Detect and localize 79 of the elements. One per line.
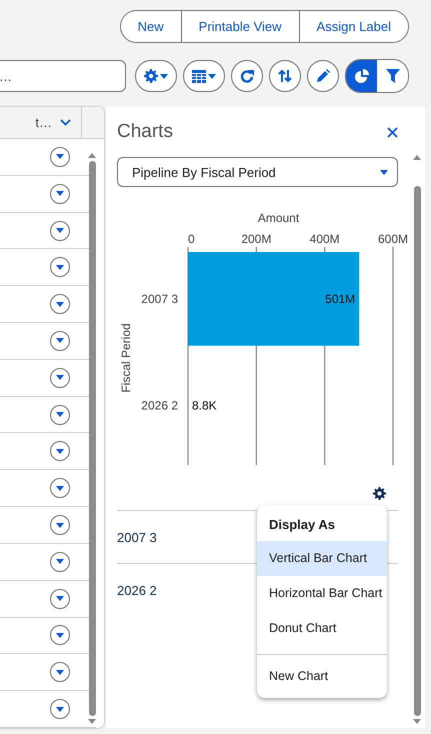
gear-menu-button[interactable] (135, 60, 177, 92)
caret-icon (56, 706, 64, 712)
row-menu-button[interactable] (50, 146, 70, 167)
chart-select[interactable]: Pipeline By Fiscal Period (117, 157, 398, 187)
caret-icon (56, 412, 64, 418)
caret-icon (56, 338, 64, 344)
row-menu-button[interactable] (50, 552, 70, 572)
caret-icon (56, 522, 64, 528)
menu-item[interactable]: Vertical Bar Chart (257, 541, 387, 576)
row-menu-button[interactable] (50, 441, 70, 462)
chart-view-button[interactable] (346, 60, 377, 92)
settings-icon (373, 487, 386, 500)
caret-icon (56, 596, 64, 602)
scrollbar-thumb[interactable] (88, 161, 96, 716)
scroll-up-icon[interactable] (413, 155, 421, 160)
table-menu-button[interactable] (183, 60, 225, 92)
menu-heading: Display As (268, 516, 336, 534)
pie-chart-icon (354, 69, 368, 83)
search-field[interactable]: … (0, 60, 126, 92)
caret-icon (208, 74, 216, 78)
filter-icon (386, 69, 400, 83)
caret-icon (56, 154, 64, 160)
menu-item[interactable]: New Chart (257, 659, 387, 694)
row-menu-button[interactable] (50, 699, 70, 720)
caret-icon (56, 670, 64, 675)
value-label: 8.8K (192, 398, 217, 412)
row-menu-button[interactable] (50, 588, 70, 609)
row-label: 2026 2 (117, 582, 157, 598)
category-label: 2026 2 (141, 398, 178, 412)
category-label: 2007 3 (141, 292, 178, 306)
tick-label: 0 (188, 232, 195, 246)
row-menu-button[interactable] (50, 184, 70, 204)
sort-icon (278, 69, 292, 83)
caret-icon (56, 191, 64, 196)
column-header[interactable]: t… (35, 114, 52, 130)
settings-icon (144, 69, 158, 83)
row-menu-button[interactable] (50, 368, 70, 388)
caret-icon (56, 228, 64, 233)
caret-icon (56, 486, 64, 491)
row-menu-button[interactable] (50, 220, 70, 240)
scroll-down-icon[interactable] (88, 719, 96, 724)
caret-icon (380, 170, 388, 174)
panel-title: Charts (117, 121, 173, 143)
tick-label: 200M (241, 232, 272, 246)
tick-label: 600M (378, 232, 408, 246)
row-menu-button[interactable] (50, 625, 70, 646)
row-menu-button[interactable] (50, 478, 70, 498)
scroll-up-icon[interactable] (88, 153, 96, 158)
caret-icon (56, 559, 64, 564)
edit-button[interactable] (307, 60, 339, 92)
refresh-button[interactable] (231, 60, 263, 92)
row-menu-button[interactable] (50, 404, 70, 425)
table-icon (192, 70, 206, 82)
row-menu-button[interactable] (50, 257, 70, 278)
refresh-icon (240, 69, 254, 83)
action-button[interactable]: Assign Label (298, 11, 408, 42)
chevron-down-icon[interactable] (60, 118, 71, 126)
row-menu-button[interactable] (50, 294, 70, 314)
menu-item[interactable]: Horizontal Bar Chart (257, 576, 387, 611)
axis-title: Amount (258, 211, 300, 225)
scroll-down-icon[interactable] (413, 719, 421, 724)
axis-title: Fiscal Period (119, 323, 133, 393)
caret-icon (56, 448, 64, 454)
scrollbar-thumb[interactable] (414, 186, 420, 716)
caret-icon (56, 375, 64, 380)
pencil-icon (316, 69, 330, 83)
filter-view-button[interactable] (377, 60, 408, 92)
row-menu-button[interactable] (50, 662, 70, 682)
caret-icon (56, 264, 64, 270)
sort-button[interactable] (269, 60, 301, 92)
row-label: 2007 3 (117, 530, 157, 544)
menu-item[interactable]: Donut Chart (257, 611, 387, 646)
row-menu-button[interactable] (50, 515, 70, 535)
tick-label: 400M (310, 232, 340, 246)
value-label: 501M (325, 292, 356, 306)
caret-icon (56, 302, 64, 307)
caret-icon (56, 632, 64, 638)
caret-icon (160, 74, 168, 78)
row-menu-button[interactable] (50, 330, 70, 351)
